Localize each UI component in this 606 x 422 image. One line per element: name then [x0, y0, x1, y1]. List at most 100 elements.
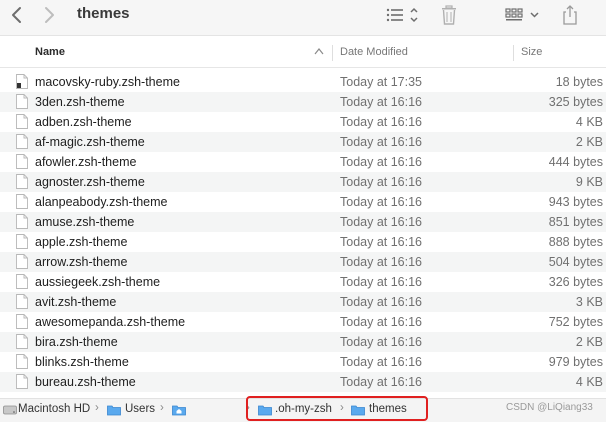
- trash-button[interactable]: [439, 4, 459, 26]
- path-separator: ›: [95, 402, 99, 414]
- column-divider[interactable]: [332, 45, 333, 61]
- folder-icon: [107, 405, 121, 416]
- file-row[interactable]: afowler.zsh-theme Today at 16:16 444 bytes: [0, 152, 606, 172]
- column-date-header[interactable]: Date Modified: [340, 46, 408, 58]
- file-size: 851 bytes: [548, 215, 603, 229]
- file-name: arrow.zsh-theme: [35, 255, 128, 269]
- file-size: 9 KB: [575, 175, 603, 189]
- share-button[interactable]: [561, 4, 579, 26]
- file-date-modified: Today at 16:16: [340, 355, 423, 369]
- file-row[interactable]: 3den.zsh-theme Today at 16:16 325 bytes: [0, 92, 606, 112]
- executable-file-icon: [16, 74, 28, 89]
- sort-ascending-icon[interactable]: [314, 47, 324, 55]
- column-size-header[interactable]: Size: [521, 46, 542, 58]
- share-icon: [563, 5, 577, 25]
- file-size: 326 bytes: [548, 275, 603, 289]
- column-name-header[interactable]: Name: [35, 46, 65, 58]
- back-button[interactable]: [6, 4, 28, 26]
- file-date-modified: Today at 16:16: [340, 275, 423, 289]
- chevron-right-icon: [45, 7, 54, 23]
- file-name: macovsky-ruby.zsh-theme: [35, 75, 180, 89]
- file-row[interactable]: apple.zsh-theme Today at 16:16 888 bytes: [0, 232, 606, 252]
- file-row[interactable]: alanpeabody.zsh-theme Today at 16:16 943 b…: [0, 192, 606, 212]
- file-name: bira.zsh-theme: [35, 335, 118, 349]
- list-view-icon: [386, 7, 418, 23]
- document-icon: [16, 134, 28, 149]
- file-row[interactable]: awesomepanda.zsh-theme Today at 16:16 752 …: [0, 312, 606, 332]
- window-title: themes: [77, 5, 130, 22]
- file-name: apple.zsh-theme: [35, 235, 128, 249]
- file-date-modified: Today at 16:16: [340, 375, 423, 389]
- file-name: agnoster.zsh-theme: [35, 175, 145, 189]
- document-icon: [16, 174, 28, 189]
- document-icon: [16, 274, 28, 289]
- file-date-modified: Today at 16:16: [340, 315, 423, 329]
- group-view-button[interactable]: [505, 4, 543, 26]
- file-size: 2 KB: [575, 335, 603, 349]
- document-icon: [16, 374, 28, 389]
- file-row[interactable]: amuse.zsh-theme Today at 16:16 851 bytes: [0, 212, 606, 232]
- file-row[interactable]: arrow.zsh-theme Today at 16:16 504 bytes: [0, 252, 606, 272]
- list-view-button[interactable]: [385, 4, 425, 26]
- file-name: awesomepanda.zsh-theme: [35, 315, 186, 329]
- document-icon: [16, 194, 28, 209]
- file-row[interactable]: bureau.zsh-theme Today at 16:16 4 KB: [0, 372, 606, 392]
- file-row[interactable]: bira.zsh-theme Today at 16:16 2 KB: [0, 332, 606, 352]
- path-item-disk[interactable]: Macintosh HD: [18, 403, 90, 415]
- file-name: adben.zsh-theme: [35, 115, 132, 129]
- file-name: amuse.zsh-theme: [35, 215, 135, 229]
- file-name: bureau.zsh-theme: [35, 375, 136, 389]
- document-icon: [16, 294, 28, 309]
- document-icon: [16, 334, 28, 349]
- file-size: 4 KB: [575, 375, 603, 389]
- file-size: 752 bytes: [548, 315, 603, 329]
- file-date-modified: Today at 16:16: [340, 255, 423, 269]
- file-size: 4 KB: [575, 115, 603, 129]
- document-icon: [16, 94, 28, 109]
- column-divider[interactable]: [513, 45, 514, 61]
- file-name: avit.zsh-theme: [35, 295, 117, 309]
- file-name: aussiegeek.zsh-theme: [35, 275, 161, 289]
- file-row[interactable]: aussiegeek.zsh-theme Today at 16:16 326 by…: [0, 272, 606, 292]
- path-separator: ›: [160, 402, 164, 414]
- file-name: blinks.zsh-theme: [35, 355, 129, 369]
- file-size: 504 bytes: [548, 255, 603, 269]
- trash-icon: [442, 5, 456, 25]
- file-row[interactable]: blinks.zsh-theme Today at 16:16 979 bytes: [0, 352, 606, 372]
- document-icon: [16, 354, 28, 369]
- file-date-modified: Today at 17:35: [340, 75, 423, 89]
- hard-disk-icon: [3, 405, 17, 415]
- file-name: 3den.zsh-theme: [35, 95, 125, 109]
- file-date-modified: Today at 16:16: [340, 135, 423, 149]
- document-icon: [16, 154, 28, 169]
- file-size: 2 KB: [575, 135, 603, 149]
- file-row[interactable]: macovsky-ruby.zsh-theme Today at 17:35 18 …: [0, 72, 606, 92]
- file-name: alanpeabody.zsh-theme: [35, 195, 168, 209]
- file-size: 888 bytes: [548, 235, 603, 249]
- forward-button[interactable]: [38, 4, 60, 26]
- file-size: 3 KB: [575, 295, 603, 309]
- grid-view-icon: [505, 8, 539, 21]
- file-row[interactable]: agnoster.zsh-theme Today at 16:16 9 KB: [0, 172, 606, 192]
- file-date-modified: Today at 16:16: [340, 235, 423, 249]
- file-name: afowler.zsh-theme: [35, 155, 137, 169]
- file-size: 18 bytes: [555, 75, 603, 89]
- file-row[interactable]: avit.zsh-theme Today at 16:16 3 KB: [0, 292, 606, 312]
- column-header: Name Date Modified Size: [0, 37, 606, 68]
- document-icon: [16, 254, 28, 269]
- file-size: 325 bytes: [548, 95, 603, 109]
- finder-toolbar: themes: [0, 0, 606, 36]
- document-icon: [16, 314, 28, 329]
- chevron-left-icon: [12, 7, 21, 23]
- file-size: 444 bytes: [548, 155, 603, 169]
- document-icon: [16, 234, 28, 249]
- home-folder-icon[interactable]: [172, 404, 186, 416]
- file-date-modified: Today at 16:16: [340, 335, 423, 349]
- watermark: CSDN @LiQiang33: [506, 402, 593, 413]
- file-date-modified: Today at 16:16: [340, 175, 423, 189]
- file-date-modified: Today at 16:16: [340, 95, 423, 109]
- document-icon: [16, 114, 28, 129]
- file-row[interactable]: adben.zsh-theme Today at 16:16 4 KB: [0, 112, 606, 132]
- file-row[interactable]: af-magic.zsh-theme Today at 16:16 2 KB: [0, 132, 606, 152]
- path-item-users[interactable]: Users: [125, 403, 155, 415]
